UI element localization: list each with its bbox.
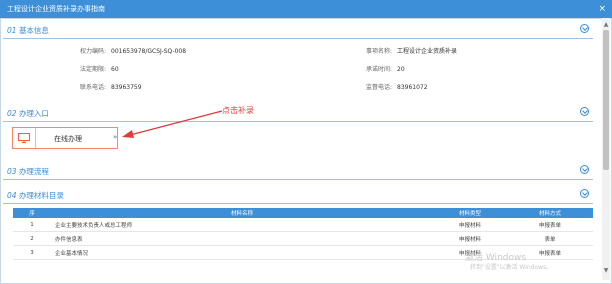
collapse-chevron-icon[interactable] <box>580 107 589 116</box>
column-header: 序 <box>13 208 51 218</box>
collapse-chevron-icon[interactable] <box>580 165 589 174</box>
vertical-scrollbar[interactable]: ▲ ▼ <box>602 18 610 280</box>
section-entry[interactable]: 02 办理入口 <box>3 107 593 122</box>
section-basic-info[interactable]: 01 基本信息 <box>3 24 593 39</box>
field-item-name: 事项名称: 工程设计企业资质补录 <box>365 48 458 55</box>
online-handle-button[interactable]: 在线办理 » <box>12 127 118 149</box>
double-chevron-right-icon: » <box>113 133 118 141</box>
collapse-chevron-icon[interactable] <box>580 189 589 198</box>
section-title: 办理入口 <box>18 109 49 118</box>
dialog-titlebar: 工程设计企业资质补录办事指南 × <box>0 0 612 18</box>
table-row[interactable]: 2 办件信息表 申报材料 表单 <box>13 231 593 246</box>
annotation-text: 点击补录 <box>222 106 254 115</box>
computer-icon <box>13 128 36 148</box>
field-supervise-phone: 监督电话: 83961072 <box>365 84 428 91</box>
annotation-arrow <box>122 110 223 138</box>
column-header: 材料方式 <box>507 208 593 218</box>
close-icon[interactable]: × <box>598 0 606 18</box>
section-number: 02 <box>7 109 17 118</box>
field-power-code: 权力编码: 001653978/GCSJ-SQ-008 <box>79 48 187 55</box>
section-process[interactable]: 03 办理流程 <box>3 165 593 180</box>
activation-watermark-hint: 转到"设置"以激活 Windows。 <box>470 264 553 271</box>
field-contact-phone: 联系电话: 83963759 <box>79 84 142 91</box>
column-header: 材料名称 <box>51 208 433 218</box>
table-header-row: 序 材料名称 材料类型 材料方式 <box>13 208 593 218</box>
section-number: 04 <box>7 191 17 200</box>
field-promise-time: 承诺时间: 20 <box>365 66 405 73</box>
section-number: 01 <box>7 26 17 35</box>
column-header: 材料类型 <box>433 208 507 218</box>
scroll-down-icon[interactable]: ▼ <box>603 268 609 274</box>
section-title: 办理流程 <box>18 167 49 176</box>
scroll-up-icon[interactable]: ▲ <box>603 22 609 28</box>
field-legal-limit: 法定期限: 60 <box>79 66 119 73</box>
section-title: 基本信息 <box>18 26 49 35</box>
collapse-chevron-icon[interactable] <box>580 24 589 33</box>
scrollbar-thumb[interactable] <box>603 30 609 170</box>
section-number: 03 <box>7 167 17 176</box>
online-handle-label: 在线办理 <box>54 135 82 143</box>
table-row[interactable]: 1 企业主要技术负责人或总工程师 申报材料 申报表单 <box>13 218 593 232</box>
section-materials[interactable]: 04 办理材料目录 <box>3 189 593 204</box>
section-title: 办理材料目录 <box>18 191 64 200</box>
dialog-title: 工程设计企业资质补录办事指南 <box>7 5 105 13</box>
